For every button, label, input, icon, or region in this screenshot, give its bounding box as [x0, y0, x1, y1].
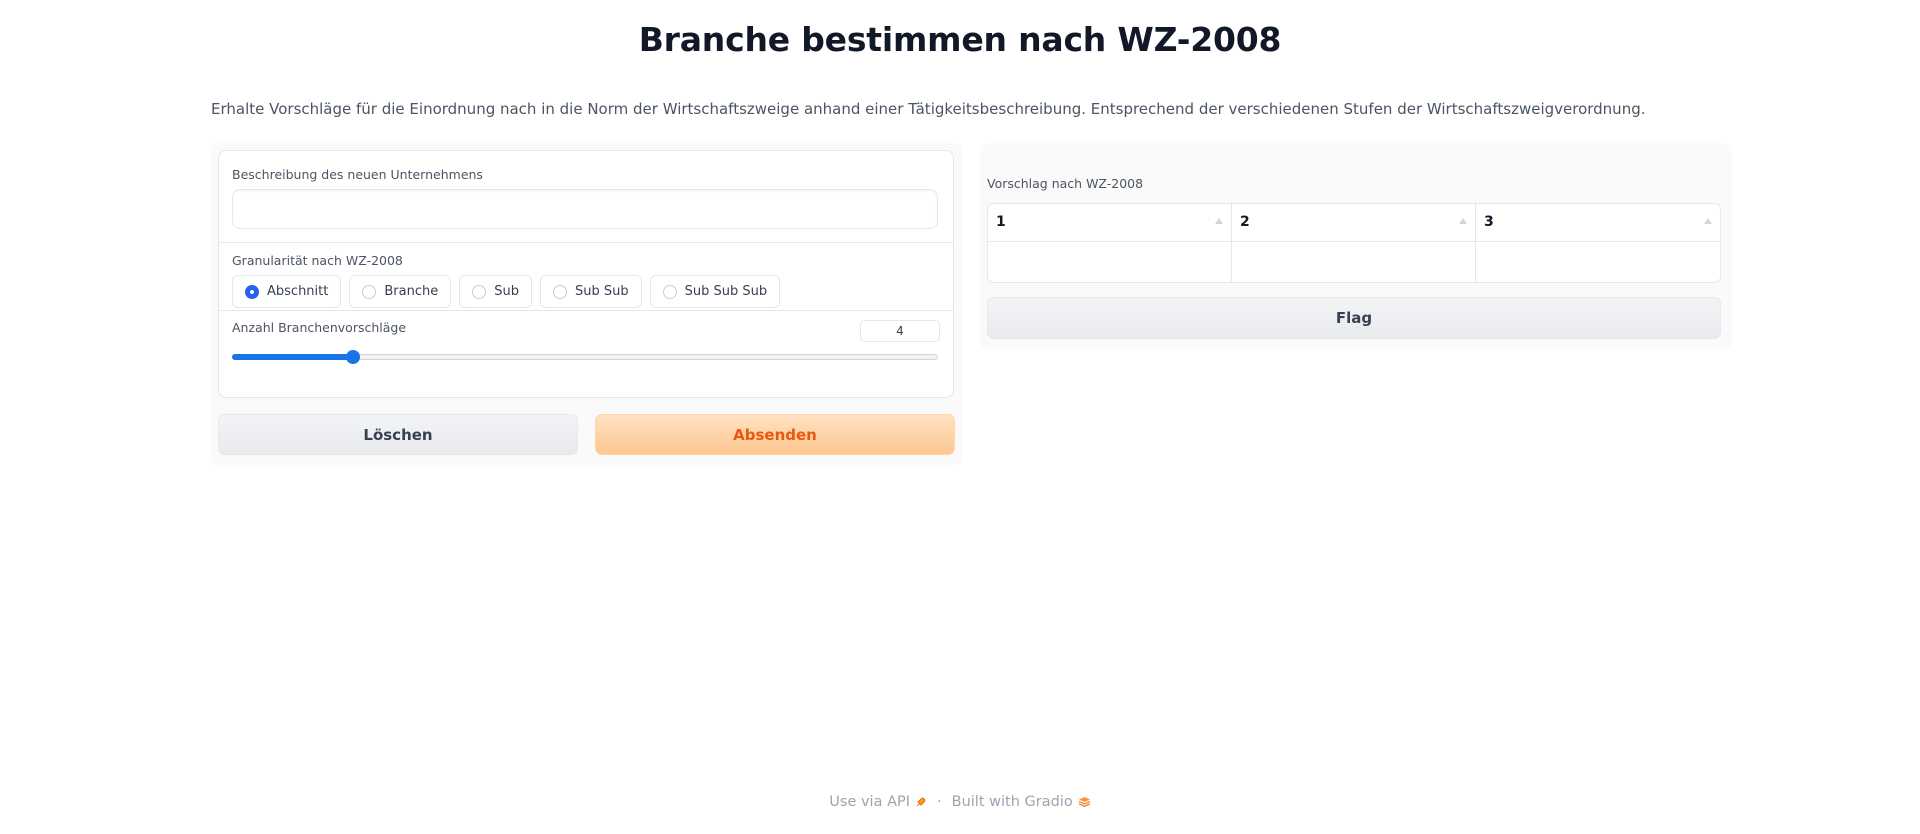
rocket-icon: [916, 797, 926, 807]
radio-sub-sub-sub[interactable]: Sub Sub Sub: [649, 275, 781, 308]
gradio-logo-icon: [1078, 797, 1090, 807]
radio-label: Branche: [384, 284, 439, 299]
gradio-link-label: Built with Gradio: [951, 794, 1073, 810]
use-via-api-link[interactable]: Use via API: [829, 794, 927, 810]
table-cell[interactable]: [988, 242, 1232, 282]
count-slider[interactable]: [232, 350, 938, 364]
footer: Use via API · Built with Gradio: [0, 794, 1920, 810]
output-label: Vorschlag nach WZ-2008: [987, 176, 1144, 191]
radio-unchecked-icon: [662, 284, 677, 299]
slider-fill: [232, 354, 353, 360]
radio-sub-sub[interactable]: Sub Sub: [539, 275, 642, 308]
radio-sub[interactable]: Sub: [459, 275, 532, 308]
table-cell[interactable]: [1232, 242, 1476, 282]
table-row: [988, 242, 1720, 282]
table-cell[interactable]: [1476, 242, 1720, 282]
sort-arrow-icon[interactable]: [1459, 218, 1467, 224]
built-with-gradio-link[interactable]: Built with Gradio: [952, 794, 1091, 810]
description-section: Beschreibung des neuen Unternehmens: [219, 151, 953, 243]
count-section: Anzahl Branchenvorschläge 4: [219, 310, 953, 396]
radio-unchecked-icon: [552, 284, 567, 299]
form-card: Beschreibung des neuen Unternehmens Gran…: [218, 150, 954, 398]
footer-separator: ·: [937, 794, 942, 810]
count-label: Anzahl Branchenvorschläge: [232, 320, 407, 335]
radio-label: Sub Sub Sub: [684, 284, 768, 299]
page-description: Erhalte Vorschläge für die Einordnung na…: [211, 100, 1646, 118]
granularity-section: Granularität nach WZ-2008 Abschnitt Bran…: [219, 242, 953, 311]
column-header-label: 3: [1484, 214, 1494, 230]
column-header-label: 1: [996, 214, 1006, 230]
granularity-radio-group: Abschnitt Branche Sub Sub Sub Sub Sub Su…: [232, 275, 781, 308]
radio-branche[interactable]: Branche: [349, 275, 452, 308]
radio-abschnitt[interactable]: Abschnitt: [232, 275, 342, 308]
output-table: 1 2 3: [987, 203, 1721, 283]
input-panel: Beschreibung des neuen Unternehmens Gran…: [211, 143, 963, 465]
flag-button[interactable]: Flag: [987, 297, 1721, 339]
column-header-1[interactable]: 1: [988, 204, 1232, 241]
submit-button[interactable]: Absenden: [595, 414, 955, 455]
radio-unchecked-icon: [472, 284, 487, 299]
output-panel: Vorschlag nach WZ-2008 1 2 3 Flag: [980, 143, 1732, 349]
description-textbox[interactable]: [232, 189, 938, 229]
radio-unchecked-icon: [362, 284, 377, 299]
description-label: Beschreibung des neuen Unternehmens: [232, 167, 483, 182]
page: Branche bestimmen nach WZ-2008 Erhalte V…: [0, 0, 1920, 834]
table-header: 1 2 3: [988, 204, 1720, 242]
slider-thumb[interactable]: [346, 350, 360, 364]
count-number-input[interactable]: 4: [860, 320, 940, 342]
radio-checked-icon: [245, 284, 259, 299]
sort-arrow-icon[interactable]: [1704, 218, 1712, 224]
granularity-label: Granularität nach WZ-2008: [232, 253, 403, 268]
clear-button[interactable]: Löschen: [218, 414, 578, 455]
page-title: Branche bestimmen nach WZ-2008: [638, 20, 1282, 59]
radio-label: Abschnitt: [267, 284, 329, 299]
api-link-label: Use via API: [829, 794, 911, 810]
sort-arrow-icon[interactable]: [1215, 218, 1223, 224]
column-header-label: 2: [1240, 214, 1250, 230]
column-header-2[interactable]: 2: [1232, 204, 1476, 241]
column-header-3[interactable]: 3: [1476, 204, 1720, 241]
radio-label: Sub Sub: [574, 284, 629, 299]
radio-label: Sub: [494, 284, 519, 299]
